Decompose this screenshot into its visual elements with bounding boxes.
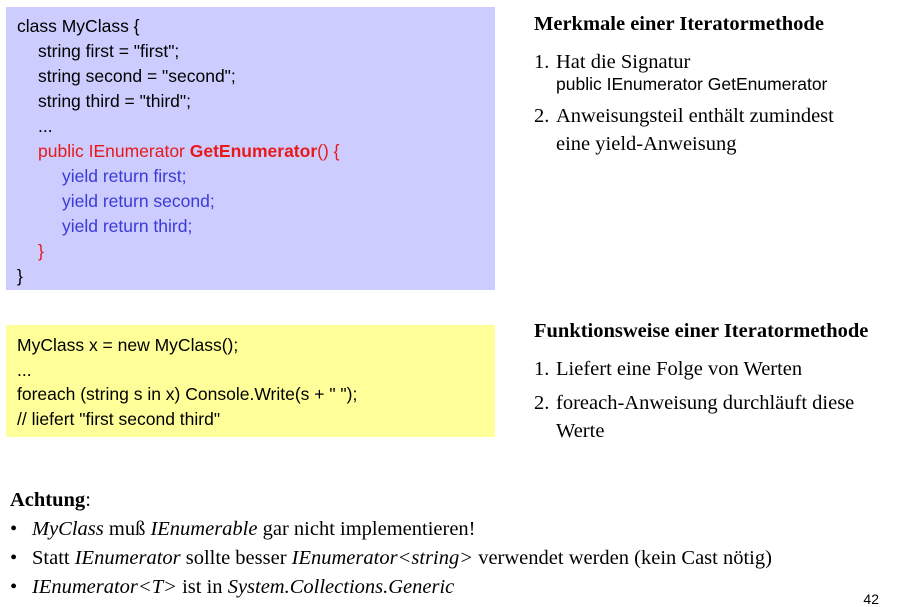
type-name: IEnumerable [150, 518, 258, 540]
note-text: Statt [32, 547, 75, 569]
list-number: 1. [534, 358, 550, 380]
note-bullet-item: • Statt IEnumerator sollte besser IEnume… [10, 544, 915, 573]
list-item: 2. foreach-Anweisung durchläuft diese We… [534, 389, 914, 445]
type-name: MyClass [32, 518, 104, 540]
type-name: IEnumerator<string> [291, 547, 474, 569]
method-prefix: public IEnumerator [38, 141, 190, 161]
code-line: string second = "second"; [38, 66, 236, 86]
yield-line: yield return second; [62, 191, 215, 211]
bullet-marker: • [10, 576, 18, 598]
method-suffix: () { [317, 141, 340, 161]
code-comment: // liefert "first second third" [17, 408, 221, 429]
code-line: ... [17, 359, 32, 380]
list-item-text: foreach-Anweisung durchläuft diese [556, 392, 855, 414]
code-line: class MyClass { [17, 16, 140, 36]
note-text: ist in [176, 576, 228, 598]
method-name: GetEnumerator [189, 141, 318, 161]
code-line: MyClass x = new MyClass(); [17, 335, 239, 355]
list-item-text: Liefert eine Folge von Werten [556, 358, 803, 380]
bullet-marker: • [10, 547, 18, 569]
note-bullet-item: • MyClass muß IEnumerable gar nicht impl… [10, 515, 915, 544]
note-text: sollte besser [180, 547, 292, 569]
note-text: muß [103, 518, 151, 540]
note-text: gar nicht implementieren! [257, 518, 476, 540]
type-name: IEnumerator [74, 547, 181, 569]
list-item-text: eine yield-Anweisung [556, 133, 737, 155]
namespace-name: System.Collections.Generic [227, 576, 455, 598]
list-item-text: Hat die Signatur [556, 51, 691, 73]
note-text: verwendet werden (kein Cast nötig) [473, 547, 772, 569]
page-number: 42 [863, 591, 879, 607]
type-name: IEnumerator<T> [32, 576, 177, 598]
yield-line: yield return third; [62, 216, 193, 236]
note-title: Achtung [10, 489, 86, 511]
method-close-brace: } [38, 241, 44, 261]
attention-note: Achtung: • MyClass muß IEnumerable gar n… [10, 486, 915, 602]
list-number: 2. [534, 392, 550, 414]
list-item: 1. Hat die Signatur public IEnumerator G… [534, 48, 914, 94]
method-signature-line: public IEnumerator GetEnumerator() { [17, 139, 495, 164]
function-list: 1. Liefert eine Folge von Werten 2. fore… [534, 355, 914, 445]
note-heading: Achtung: [10, 486, 915, 515]
class-close-brace: } [17, 266, 23, 286]
code-line: ... [38, 116, 53, 136]
usage-code-block: MyClass x = new MyClass(); ... foreach (… [6, 325, 495, 437]
bullet-marker: • [10, 518, 18, 540]
function-heading: Funktionsweise einer Iteratormethode [534, 320, 869, 342]
code-line: string third = "third"; [38, 91, 191, 111]
code-line: string first = "first"; [38, 41, 180, 61]
note-bullet-item: • IEnumerator<T> ist in System.Collectio… [10, 573, 915, 602]
features-heading: Merkmale einer Iteratormethode [534, 13, 824, 35]
yield-line: yield return first; [62, 166, 187, 186]
code-line: foreach (string s in x) Console.Write(s … [17, 384, 358, 404]
list-item-text: Werte [556, 420, 605, 442]
list-item: 2. Anweisungsteil enthält zumindest eine… [534, 102, 914, 158]
iterator-code-block: class MyClass { string first = "first"; … [6, 7, 495, 290]
list-item: 1. Liefert eine Folge von Werten [534, 355, 914, 383]
list-number: 1. [534, 51, 550, 73]
features-list: 1. Hat die Signatur public IEnumerator G… [534, 48, 914, 158]
list-item-text: Anweisungsteil enthält zumindest [556, 105, 834, 127]
signature-code: public IEnumerator GetEnumerator [556, 74, 828, 94]
list-number: 2. [534, 105, 550, 127]
note-colon: : [85, 489, 91, 511]
